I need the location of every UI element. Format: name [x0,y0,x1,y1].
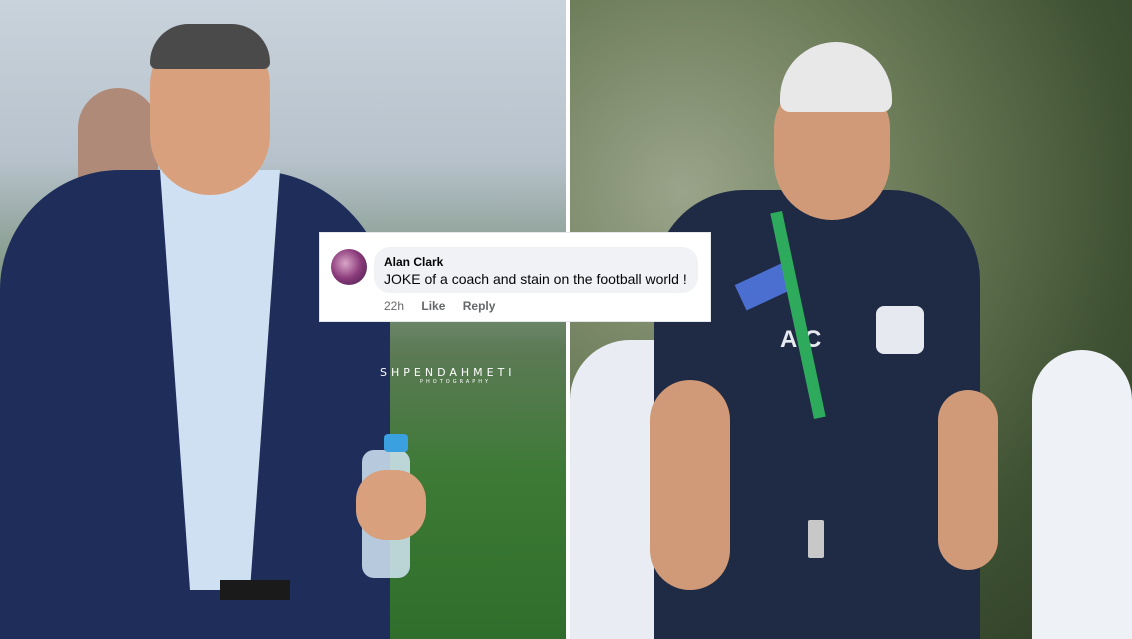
lanyard-badge [808,520,824,558]
like-button[interactable]: Like [421,299,445,313]
comment-bubble: Alan Clark JOKE of a coach and stain on … [374,247,698,293]
baseball-cap [780,42,892,112]
club-crest [876,306,924,354]
comment-actions: 22h Like Reply [384,299,509,313]
background-player-right [1032,350,1132,639]
facebook-comment-card: Alan Clark JOKE of a coach and stain on … [320,233,710,321]
avatar[interactable] [331,249,367,285]
bottle-cap [384,434,408,452]
right-arm [938,390,998,570]
comment-text: JOKE of a coach and stain on the footbal… [384,271,687,287]
hand [356,470,426,540]
hair [150,24,270,69]
watermark-sub: PHOTOGRAPHY [420,379,492,385]
photographer-watermark: SHPENDAHMETI PHOTOGRAPHY [380,366,516,385]
reply-button[interactable]: Reply [463,299,496,313]
watermark-name: SHPENDAHMETI [380,366,516,379]
comment-author[interactable]: Alan Clark [384,255,443,269]
comment-time[interactable]: 22h [384,299,404,313]
left-arm [650,380,730,590]
belt [220,580,290,600]
